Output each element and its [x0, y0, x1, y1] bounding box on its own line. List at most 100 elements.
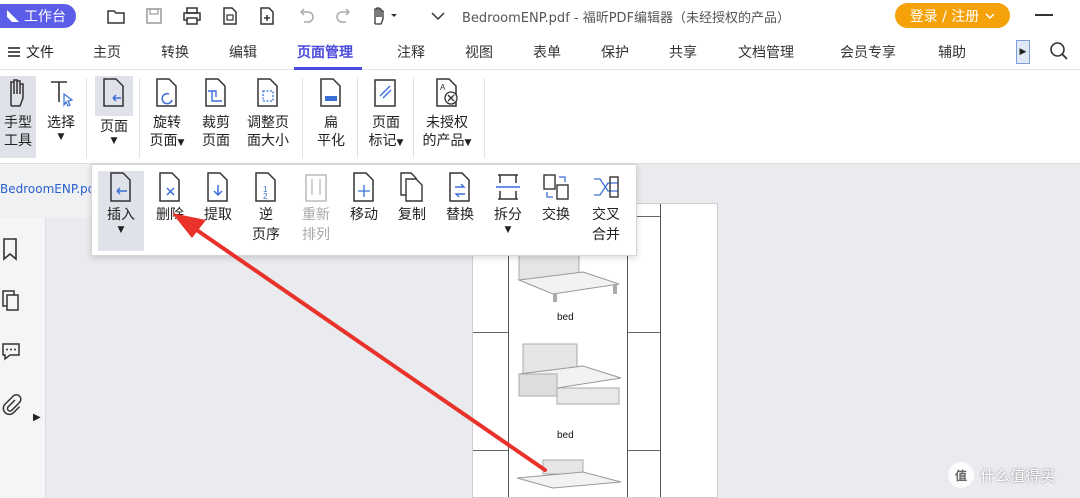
- reverse-pages-icon: 12: [255, 172, 276, 202]
- reverse-pages-button[interactable]: 12 逆 页序: [248, 171, 284, 245]
- save-icon[interactable]: [144, 6, 164, 26]
- separator: [484, 78, 485, 158]
- move-label: 移动: [350, 207, 378, 223]
- tab-share[interactable]: 共享: [669, 42, 697, 62]
- bed-image: [516, 459, 622, 489]
- hand-tool-dropdown-icon[interactable]: [370, 6, 400, 26]
- comments-icon[interactable]: [0, 338, 22, 364]
- resize-label-2: 面大小: [247, 133, 289, 149]
- copy-page-button[interactable]: 复制: [392, 171, 432, 225]
- page-menu-button[interactable]: [95, 76, 133, 116]
- attachment-icon[interactable]: [0, 392, 22, 418]
- flatten-label-2: 平化: [317, 133, 345, 149]
- unlicensed-product-button[interactable]: A 未授权 的产品▼: [418, 76, 476, 150]
- merge-label-1: 交叉: [592, 207, 620, 223]
- tab-view[interactable]: 视图: [465, 42, 493, 62]
- delete-page-button[interactable]: 删除: [150, 171, 190, 225]
- extract-page-icon: [207, 172, 228, 202]
- divider: [473, 332, 509, 333]
- minimize-button[interactable]: [1035, 14, 1053, 16]
- page-menu-label-button[interactable]: 页面 ▼: [95, 118, 133, 146]
- tab-member[interactable]: 会员专享: [840, 42, 896, 62]
- swap-pages-icon: [543, 174, 569, 200]
- move-page-button[interactable]: 移动: [344, 171, 384, 225]
- page-mark-icon: [374, 79, 396, 107]
- tab-page-management[interactable]: 页面管理: [297, 42, 353, 62]
- thumbnails-icon[interactable]: [0, 288, 22, 314]
- print-icon[interactable]: [182, 6, 202, 26]
- swap-pages-button[interactable]: 交换: [536, 171, 576, 225]
- redo-icon[interactable]: [334, 6, 354, 26]
- move-page-icon: [353, 172, 374, 202]
- crop-page-button[interactable]: 裁剪 页面: [197, 76, 235, 150]
- interleave-merge-button[interactable]: 交叉 合并: [584, 171, 628, 245]
- page-mark-label-2-text: 标记: [368, 133, 397, 149]
- crop-page-icon: [205, 78, 226, 107]
- insert-label: 插入: [107, 207, 135, 223]
- hand-label-1: 手型: [4, 115, 32, 131]
- delete-label: 删除: [156, 207, 184, 223]
- page-mark-label-1: 页面: [372, 115, 400, 131]
- resize-page-icon: [257, 78, 278, 107]
- page-mark-button[interactable]: 页面 标记▼: [363, 76, 409, 150]
- flatten-button[interactable]: 扁 平化: [313, 76, 349, 150]
- file-menu[interactable]: 文件: [8, 42, 54, 62]
- unlicensed-icon: A: [436, 78, 458, 107]
- page-setup-icon[interactable]: [220, 6, 240, 26]
- caret-down-icon: ▼: [57, 132, 65, 142]
- crop-label-2: 页面: [202, 133, 230, 149]
- menu-bar: 文件 主页 转换 编辑 页面管理 注释 视图 表单 保护 共享 文档管理 会员专…: [0, 32, 1080, 70]
- copy-label: 复制: [398, 207, 426, 223]
- caret-down-icon: ▼: [117, 225, 125, 235]
- document-tab[interactable]: BedroomENP.pdf: [0, 182, 92, 196]
- open-folder-icon[interactable]: [106, 6, 126, 26]
- watermark-text: 什么值得买: [980, 466, 1056, 485]
- rotate-page-button[interactable]: 旋转 页面▼: [145, 76, 189, 150]
- play-arrow-icon: ▶: [1019, 47, 1027, 57]
- tab-convert[interactable]: 转换: [161, 42, 189, 62]
- chevron-down-icon: [985, 12, 995, 19]
- tab-assist[interactable]: 辅助: [938, 42, 966, 62]
- rotate-label-2-text: 页面: [149, 133, 178, 149]
- tab-protect[interactable]: 保护: [601, 42, 629, 62]
- resize-page-button[interactable]: 调整页 面大小: [243, 76, 293, 150]
- split-label: 拆分: [494, 207, 522, 223]
- caret-down-icon: ▼: [504, 225, 512, 235]
- select-tool-button[interactable]: 选择 ▼: [44, 76, 78, 142]
- page-icon: [103, 78, 124, 107]
- page-label: 页面: [100, 119, 128, 135]
- hand-tool-button[interactable]: 手型 工具: [0, 76, 36, 158]
- tab-form[interactable]: 表单: [533, 42, 561, 62]
- unlicensed-label-2-text: 的产品: [422, 133, 465, 149]
- workbench-button[interactable]: 工作台: [0, 4, 76, 28]
- bed-caption: bed: [557, 430, 574, 441]
- merge-icon: [594, 176, 619, 198]
- more-tabs-button[interactable]: ▶: [1016, 40, 1030, 64]
- workbench-logo-icon: [7, 10, 19, 22]
- separator: [357, 78, 358, 158]
- split-document-button[interactable]: 拆分 ▼: [488, 171, 528, 235]
- rearrange-pages-button[interactable]: 重新 排列: [296, 171, 336, 245]
- replace-page-button[interactable]: 替换: [440, 171, 480, 225]
- rotate-page-icon: [156, 78, 177, 107]
- svg-text:A: A: [440, 83, 446, 92]
- file-menu-label: 文件: [26, 45, 54, 61]
- tab-document-management[interactable]: 文档管理: [738, 42, 794, 62]
- rearrange-label-1: 重新: [302, 207, 330, 223]
- flatten-label-1: 扁: [324, 115, 338, 131]
- tab-home[interactable]: 主页: [93, 42, 121, 62]
- divider: [627, 332, 661, 333]
- insert-page-button[interactable]: 插入 ▼: [98, 171, 144, 251]
- swap-label: 交换: [542, 207, 570, 223]
- tab-edit[interactable]: 编辑: [229, 42, 257, 62]
- bookmark-icon[interactable]: [0, 236, 22, 262]
- undo-icon[interactable]: [296, 6, 316, 26]
- search-icon[interactable]: [1049, 41, 1069, 61]
- new-document-icon[interactable]: [257, 6, 277, 26]
- expand-panel-icon[interactable]: ▶: [33, 412, 41, 423]
- login-register-button[interactable]: 登录 / 注册: [895, 3, 1010, 28]
- expand-chevron-icon[interactable]: [430, 6, 446, 26]
- tab-comment[interactable]: 注释: [397, 42, 425, 62]
- extract-page-button[interactable]: 提取: [198, 171, 238, 225]
- left-sidebar: [0, 218, 46, 498]
